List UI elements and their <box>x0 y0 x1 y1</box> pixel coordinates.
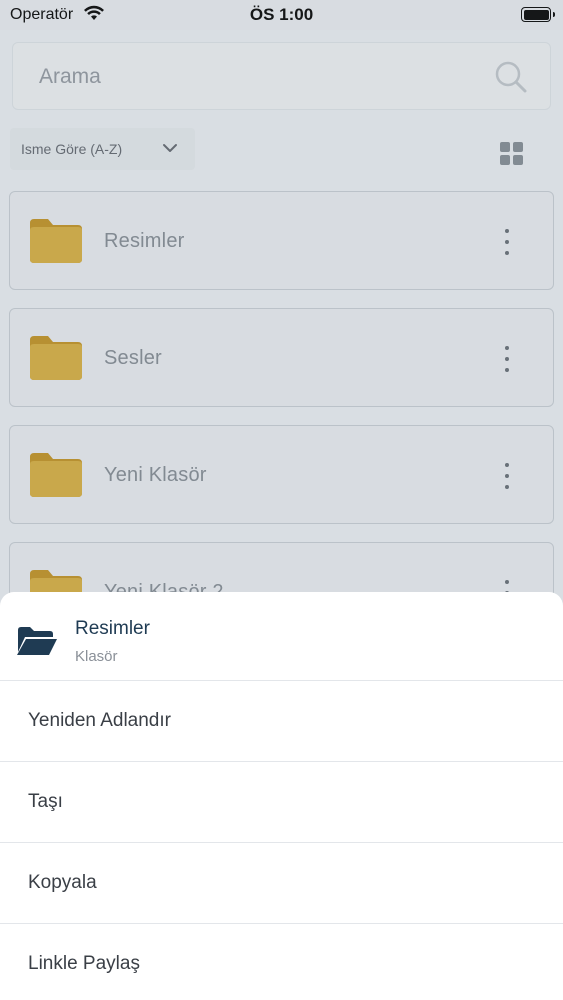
move-action[interactable]: Taşı <box>0 762 563 843</box>
sheet-title: Resimler <box>75 618 150 639</box>
sheet-subtitle: Klasör <box>75 648 118 665</box>
rename-action[interactable]: Yeniden Adlandır <box>0 681 563 762</box>
action-label: Taşı <box>28 791 63 812</box>
action-sheet-header: Resimler Klasör <box>0 592 563 681</box>
action-sheet: Resimler Klasör Yeniden Adlandır Taşı Ko… <box>0 592 563 1000</box>
copy-action[interactable]: Kopyala <box>0 843 563 924</box>
open-folder-icon <box>17 627 57 655</box>
share-link-action[interactable]: Linkle Paylaş <box>0 924 563 1000</box>
action-label: Yeniden Adlandır <box>28 710 171 731</box>
action-label: Linkle Paylaş <box>28 953 140 974</box>
action-label: Kopyala <box>28 872 97 893</box>
